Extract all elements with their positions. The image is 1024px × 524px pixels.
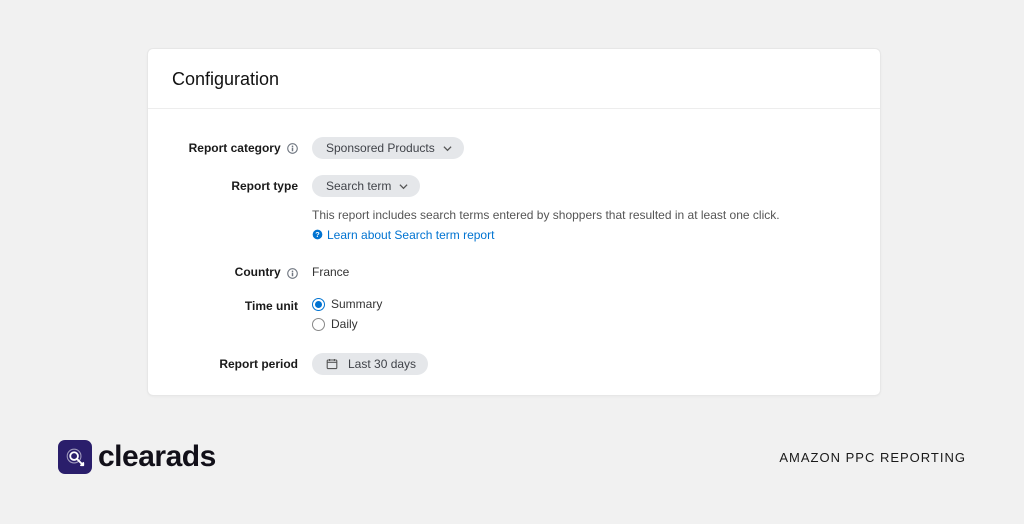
dropdown-value: Search term: [326, 180, 391, 192]
info-icon[interactable]: [287, 143, 298, 154]
field-report-period: Last 30 days: [312, 353, 856, 375]
calendar-icon: [326, 358, 338, 370]
label-text: Time unit: [245, 299, 298, 313]
row-report-category: Report category Sponsored Products: [172, 137, 856, 159]
label-report-type: Report type: [172, 175, 312, 193]
link-text: Learn about Search term report: [327, 228, 494, 242]
row-report-type: Report type Search term This report incl…: [172, 175, 856, 245]
field-time-unit: Summary Daily: [312, 295, 856, 337]
field-report-category: Sponsored Products: [312, 137, 856, 159]
card-header: Configuration: [148, 49, 880, 109]
configuration-card: Configuration Report category Sponsored …: [147, 48, 881, 396]
label-time-unit: Time unit: [172, 295, 312, 313]
label-text: Report period: [219, 357, 298, 371]
report-category-dropdown[interactable]: Sponsored Products: [312, 137, 464, 159]
row-report-period: Report period Last 30 days: [172, 353, 856, 375]
label-report-period: Report period: [172, 353, 312, 371]
radio-daily[interactable]: Daily: [312, 317, 856, 331]
radio-indicator: [312, 298, 325, 311]
chevron-down-icon: [443, 144, 452, 153]
row-time-unit: Time unit Summary Daily: [172, 295, 856, 337]
configuration-form: Report category Sponsored Products Repor…: [148, 109, 880, 401]
brand-name: clearads: [98, 440, 216, 474]
row-country: Country France: [172, 261, 856, 279]
brand-logo: clearads: [58, 440, 216, 474]
radio-indicator: [312, 318, 325, 331]
field-country: France: [312, 261, 856, 279]
radio-label: Summary: [331, 297, 382, 311]
footer: clearads AMAZON PPC REPORTING: [58, 440, 966, 474]
footer-tagline: AMAZON PPC REPORTING: [779, 450, 966, 465]
report-type-dropdown[interactable]: Search term: [312, 175, 420, 197]
info-icon[interactable]: [287, 268, 298, 279]
radio-summary[interactable]: Summary: [312, 297, 856, 311]
logo-mark-icon: [58, 440, 92, 474]
field-report-type: Search term This report includes search …: [312, 175, 856, 245]
label-text: Report type: [231, 179, 298, 193]
chevron-down-icon: [399, 182, 408, 191]
report-type-description: This report includes search terms entere…: [312, 207, 856, 224]
svg-text:?: ?: [315, 230, 320, 239]
question-icon: ?: [312, 229, 323, 240]
report-period-picker[interactable]: Last 30 days: [312, 353, 428, 375]
country-value: France: [312, 261, 856, 279]
label-text: Country: [235, 265, 281, 279]
label-text: Report category: [189, 141, 281, 155]
dropdown-value: Sponsored Products: [326, 142, 435, 154]
card-title: Configuration: [172, 69, 856, 90]
learn-about-link[interactable]: ? Learn about Search term report: [312, 228, 494, 242]
radio-label: Daily: [331, 317, 358, 331]
label-report-category: Report category: [172, 137, 312, 155]
label-country: Country: [172, 261, 312, 279]
picker-value: Last 30 days: [348, 358, 416, 370]
